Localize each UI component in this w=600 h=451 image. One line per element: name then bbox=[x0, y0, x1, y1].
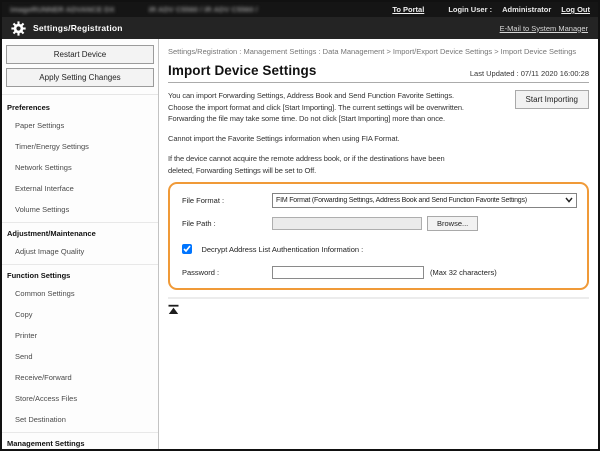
remote-address-book-note: If the device cannot acquire the remote … bbox=[168, 153, 470, 176]
gear-icon bbox=[11, 21, 26, 36]
sidebar-item-volume-settings[interactable]: Volume Settings bbox=[2, 199, 158, 220]
decrypt-address-list-checkbox[interactable] bbox=[182, 244, 192, 254]
top-bar: imageRUNNER ADVANCE DX iR ADV C5560 / iR… bbox=[2, 2, 598, 17]
main-content: Settings/Registration : Management Setti… bbox=[159, 39, 600, 449]
device-models-redacted: iR ADV C5560 / iR ADV C5560 / bbox=[149, 5, 258, 14]
browse-button[interactable]: Browse... bbox=[427, 216, 478, 231]
sidebar-section-adjustment: Adjustment/Maintenance Adjust Image Qual… bbox=[2, 222, 158, 264]
sidebar-item-network-settings[interactable]: Network Settings bbox=[2, 157, 158, 178]
start-importing-button[interactable]: Start Importing bbox=[515, 90, 589, 109]
sidebar-item-receive-forward[interactable]: Receive/Forward bbox=[2, 367, 158, 388]
fia-format-note: Cannot import the Favorite Settings info… bbox=[168, 133, 470, 144]
import-description: You can import Forwarding Settings, Addr… bbox=[168, 90, 470, 124]
file-path-label: File Path : bbox=[182, 219, 272, 228]
sidebar-item-common-settings[interactable]: Common Settings bbox=[2, 283, 158, 304]
scroll-to-top-icon[interactable] bbox=[168, 302, 180, 320]
device-name-redacted: imageRUNNER ADVANCE DX bbox=[10, 5, 115, 14]
breadcrumb[interactable]: Settings/Registration : Management Setti… bbox=[168, 46, 588, 58]
file-format-select[interactable]: FIM Format (Forwarding Settings, Address… bbox=[272, 193, 577, 208]
settings-sidebar: Restart Device Apply Setting Changes Pre… bbox=[2, 39, 159, 449]
import-settings-form: File Format : FIM Format (Forwarding Set… bbox=[168, 182, 589, 290]
settings-registration-page: imageRUNNER ADVANCE DX iR ADV C5560 / iR… bbox=[0, 0, 600, 451]
sidebar-header-management-settings: Management Settings bbox=[2, 434, 158, 449]
sidebar-item-set-destination[interactable]: Set Destination bbox=[2, 409, 158, 430]
restart-device-button[interactable]: Restart Device bbox=[6, 45, 154, 64]
sidebar-item-timer-energy-settings[interactable]: Timer/Energy Settings bbox=[2, 136, 158, 157]
to-portal-link[interactable]: To Portal bbox=[392, 5, 424, 14]
sidebar-item-external-interface[interactable]: External Interface bbox=[2, 178, 158, 199]
file-path-input[interactable] bbox=[272, 217, 422, 230]
password-label: Password : bbox=[182, 268, 272, 277]
bottom-separator bbox=[168, 297, 589, 299]
sidebar-item-adjust-image-quality[interactable]: Adjust Image Quality bbox=[2, 241, 158, 262]
sidebar-section-function-settings: Function Settings Common Settings Copy P… bbox=[2, 264, 158, 432]
email-system-manager-link[interactable]: E-Mail to System Manager bbox=[500, 24, 588, 33]
file-format-label: File Format : bbox=[182, 196, 272, 205]
login-user-name: Administrator bbox=[502, 5, 551, 14]
top-bar-links: To Portal Login User : Administrator Log… bbox=[392, 5, 590, 14]
sidebar-header-function-settings: Function Settings bbox=[2, 266, 158, 283]
sidebar-item-paper-settings[interactable]: Paper Settings bbox=[2, 115, 158, 136]
sidebar-item-printer[interactable]: Printer bbox=[2, 325, 158, 346]
log-out-link[interactable]: Log Out bbox=[561, 5, 590, 14]
password-input[interactable] bbox=[272, 266, 424, 279]
file-format-selected-value: FIM Format (Forwarding Settings, Address… bbox=[276, 197, 527, 204]
chevron-down-icon bbox=[565, 197, 573, 203]
page-title: Import Device Settings bbox=[168, 63, 317, 78]
sidebar-section-preferences: Preferences Paper Settings Timer/Energy … bbox=[2, 97, 158, 222]
sidebar-item-copy[interactable]: Copy bbox=[2, 304, 158, 325]
apply-setting-changes-button[interactable]: Apply Setting Changes bbox=[6, 68, 154, 87]
last-updated: Last Updated : 07/11 2020 16:00:28 bbox=[470, 69, 589, 78]
app-bar: Settings/Registration E-Mail to System M… bbox=[2, 17, 598, 39]
login-user-label: Login User : bbox=[448, 5, 492, 14]
sidebar-header-preferences: Preferences bbox=[2, 98, 158, 115]
sidebar-header-adjustment-maintenance: Adjustment/Maintenance bbox=[2, 224, 158, 241]
device-identity: imageRUNNER ADVANCE DX iR ADV C5560 / iR… bbox=[10, 5, 258, 14]
app-title: Settings/Registration bbox=[33, 23, 123, 33]
password-max-chars-note: (Max 32 characters) bbox=[430, 268, 497, 277]
decrypt-address-list-label[interactable]: Decrypt Address List Authentication Info… bbox=[201, 245, 363, 254]
sidebar-section-management-settings: Management Settings User Management Devi… bbox=[2, 432, 158, 449]
sidebar-item-store-access-files[interactable]: Store/Access Files bbox=[2, 388, 158, 409]
sidebar-item-send[interactable]: Send bbox=[2, 346, 158, 367]
